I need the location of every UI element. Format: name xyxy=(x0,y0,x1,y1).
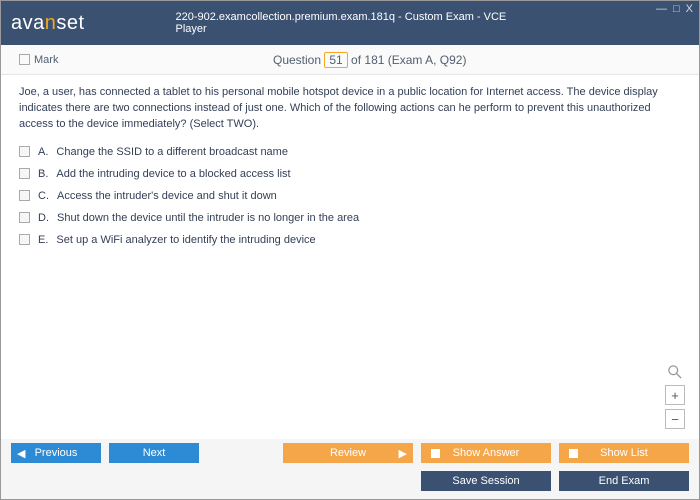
logo-post: set xyxy=(56,12,84,34)
save-session-button[interactable]: Save Session xyxy=(421,471,551,491)
end-exam-label: End Exam xyxy=(599,475,650,487)
minimize-icon[interactable]: — xyxy=(656,3,667,15)
show-list-label: Show List xyxy=(600,447,648,459)
option-text: Change the SSID to a different broadcast… xyxy=(56,145,288,161)
question-number-area: Question 51 of 181 (Exam A, Q92) xyxy=(58,52,681,68)
end-exam-button[interactable]: End Exam xyxy=(559,471,689,491)
option-text: Access the intruder's device and shut it… xyxy=(57,189,277,205)
show-answer-label: Show Answer xyxy=(453,447,520,459)
mark-label: Mark xyxy=(34,54,58,66)
close-icon[interactable]: X xyxy=(686,3,693,15)
option-letter: A. xyxy=(38,145,48,161)
logo-pre: ava xyxy=(11,12,45,34)
logo: avanset xyxy=(11,12,85,35)
next-button[interactable]: Next xyxy=(109,443,199,463)
options-list: A. Change the SSID to a different broadc… xyxy=(19,145,681,249)
chevron-left-icon: ◀ xyxy=(17,447,25,460)
option-row[interactable]: A. Change the SSID to a different broadc… xyxy=(19,145,681,161)
window-controls: — □ X xyxy=(656,3,693,15)
chevron-right-icon: ▶ xyxy=(399,447,407,460)
question-header: Mark Question 51 of 181 (Exam A, Q92) xyxy=(1,45,699,75)
option-row[interactable]: E. Set up a WiFi analyzer to identify th… xyxy=(19,233,681,249)
previous-label: Previous xyxy=(35,447,78,459)
show-answer-button[interactable]: Show Answer xyxy=(421,443,551,463)
square-icon xyxy=(431,449,440,458)
previous-button[interactable]: ◀ Previous xyxy=(11,443,101,463)
option-row[interactable]: D. Shut down the device until the intrud… xyxy=(19,211,681,227)
review-button[interactable]: Review ▶ xyxy=(283,443,413,463)
logo-mid: n xyxy=(45,12,57,34)
square-icon xyxy=(569,449,578,458)
option-letter: D. xyxy=(38,211,49,227)
option-text: Shut down the device until the intruder … xyxy=(57,211,359,227)
question-body: Joe, a user, has connected a tablet to h… xyxy=(1,75,699,259)
review-label: Review xyxy=(330,447,366,459)
option-checkbox[interactable] xyxy=(19,168,30,179)
magnifier-icon xyxy=(668,365,682,379)
option-checkbox[interactable] xyxy=(19,146,30,157)
zoom-controls: + − xyxy=(665,365,685,429)
option-letter: E. xyxy=(38,233,48,249)
option-checkbox[interactable] xyxy=(19,234,30,245)
option-letter: C. xyxy=(38,189,49,205)
footer-row-session: Save Session End Exam xyxy=(1,467,699,499)
maximize-icon[interactable]: □ xyxy=(673,3,680,15)
question-rest: of 181 (Exam A, Q92) xyxy=(348,53,467,67)
option-text: Add the intruding device to a blocked ac… xyxy=(56,167,290,183)
option-checkbox[interactable] xyxy=(19,190,30,201)
question-number: 51 xyxy=(324,52,347,68)
save-session-label: Save Session xyxy=(452,475,519,487)
footer: ◀ Previous Next Review ▶ Show Answer Sho… xyxy=(1,439,699,499)
mark-area[interactable]: Mark xyxy=(19,54,58,66)
option-checkbox[interactable] xyxy=(19,212,30,223)
option-row[interactable]: B. Add the intruding device to a blocked… xyxy=(19,167,681,183)
titlebar: avanset 220-902.examcollection.premium.e… xyxy=(1,1,699,45)
option-letter: B. xyxy=(38,167,48,183)
question-word: Question xyxy=(273,53,321,67)
zoom-out-button[interactable]: − xyxy=(665,409,685,429)
option-text: Set up a WiFi analyzer to identify the i… xyxy=(56,233,315,249)
next-label: Next xyxy=(143,447,166,459)
show-list-button[interactable]: Show List xyxy=(559,443,689,463)
zoom-in-button[interactable]: + xyxy=(665,385,685,405)
option-row[interactable]: C. Access the intruder's device and shut… xyxy=(19,189,681,205)
footer-row-nav: ◀ Previous Next Review ▶ Show Answer Sho… xyxy=(1,439,699,467)
window-title: 220-902.examcollection.premium.exam.181q… xyxy=(176,11,525,35)
question-text: Joe, a user, has connected a tablet to h… xyxy=(19,85,681,133)
mark-checkbox[interactable] xyxy=(19,54,30,65)
